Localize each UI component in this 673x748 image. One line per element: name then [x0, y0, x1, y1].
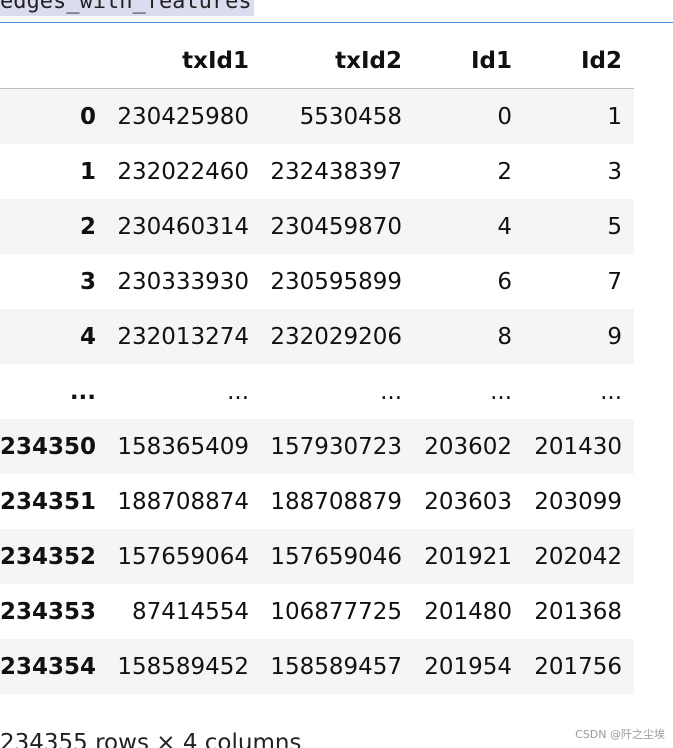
- notebook-output: edges_with_features txId1 txId2 Id1 Id2 …: [0, 0, 673, 748]
- cell-txid2: 5530458: [299, 103, 403, 130]
- cell-id1: 4: [497, 213, 513, 240]
- cell-txid1: 232022460: [117, 158, 250, 185]
- table-row-ellipsis: ... ... ... ... ...: [0, 364, 634, 419]
- watermark: CSDN @阡之尘埃: [575, 728, 665, 741]
- table-row: 3 230333930 230595899 6 7: [0, 254, 634, 309]
- cell-id1: 0: [497, 103, 513, 130]
- cell-txid1: ...: [227, 378, 250, 405]
- table-body: 0 230425980 5530458 0 1 1 232022460 2324…: [0, 88, 635, 694]
- column-header-txid1: txId1: [108, 34, 262, 89]
- index-header: [0, 34, 109, 89]
- row-index: 234352: [0, 543, 97, 570]
- cell-txid2: 158589457: [270, 653, 403, 680]
- cell-txid1: 230425980: [117, 103, 250, 130]
- table-row: 0 230425980 5530458 0 1: [0, 88, 635, 144]
- row-index: 234350: [0, 433, 97, 460]
- cell-id2: ...: [600, 378, 623, 405]
- row-index: 1: [80, 158, 97, 185]
- cell-txid1: 230460314: [117, 213, 250, 240]
- cell-id2: 201756: [534, 653, 623, 680]
- cell-id2: 9: [607, 323, 623, 350]
- cell-txid1: 188708874: [117, 488, 250, 515]
- cell-id1: 201480: [424, 598, 513, 625]
- cell-txid1: 158589452: [117, 653, 250, 680]
- row-index: 3: [80, 268, 97, 295]
- cell-id2: 201430: [534, 433, 623, 460]
- dataframe-table: txId1 txId2 Id1 Id2 0 230425980 5530458 …: [0, 34, 635, 694]
- cell-txid1: 157659064: [117, 543, 250, 570]
- table-row: 234350 158365409 157930723 203602 201430: [0, 419, 635, 474]
- cell-txid2: 230459870: [270, 213, 403, 240]
- column-header-id1: Id1: [414, 34, 525, 89]
- code-text: edges_with_features: [0, 0, 254, 16]
- cell-txid2: 188708879: [270, 488, 403, 515]
- header-row: txId1 txId2 Id1 Id2: [0, 34, 635, 89]
- cell-txid1: 232013274: [117, 323, 250, 350]
- cell-id2: 1: [607, 103, 623, 130]
- table-row: 2 230460314 230459870 4 5: [0, 199, 635, 254]
- cell-txid1: 230333930: [117, 268, 250, 295]
- code-cell-input[interactable]: edges_with_features: [0, 0, 673, 23]
- cell-id1: 8: [497, 323, 513, 350]
- cell-id2: 202042: [534, 543, 623, 570]
- cell-txid2: 230595899: [270, 268, 403, 295]
- cell-id1: 201954: [424, 653, 513, 680]
- row-index: 234354: [0, 653, 97, 680]
- table-row: 234353 87414554 106877725 201480 201368: [0, 584, 634, 639]
- cell-txid1: 158365409: [117, 433, 250, 460]
- dataframe-shape-summary: 234355 rows × 4 columns: [0, 730, 302, 748]
- cell-txid2: 106877725: [270, 598, 403, 625]
- cell-txid2: ...: [380, 378, 403, 405]
- cell-id2: 201368: [534, 598, 623, 625]
- row-index: 234351: [0, 488, 97, 515]
- cell-txid2: 232029206: [270, 323, 403, 350]
- cell-id2: 203099: [534, 488, 623, 515]
- cell-txid1: 87414554: [131, 598, 250, 625]
- cell-txid2: 157659046: [270, 543, 403, 570]
- row-index: 4: [80, 323, 97, 350]
- cell-id1: 203603: [424, 488, 513, 515]
- cell-id1: 201921: [424, 543, 513, 570]
- row-index: ...: [69, 378, 97, 405]
- column-header-id2: Id2: [524, 34, 635, 89]
- table-header: txId1 txId2 Id1 Id2: [0, 34, 635, 89]
- row-index: 234353: [0, 598, 97, 625]
- column-header-txid2: txId2: [261, 34, 415, 89]
- table-row: 234351 188708874 188708879 203603 203099: [0, 474, 634, 529]
- table-row: 234354 158589452 158589457 201954 201756: [0, 639, 635, 694]
- table-row: 234352 157659064 157659046 201921 202042: [0, 529, 635, 584]
- cell-txid2: 157930723: [270, 433, 403, 460]
- cell-id1: 203602: [424, 433, 513, 460]
- table-row: 4 232013274 232029206 8 9: [0, 309, 635, 364]
- row-index: 2: [80, 213, 97, 240]
- cell-id2: 5: [607, 213, 623, 240]
- cell-id1: 2: [497, 158, 513, 185]
- cell-id1: ...: [490, 378, 513, 405]
- cell-id1: 6: [497, 268, 513, 295]
- row-index: 0: [80, 103, 97, 130]
- cell-txid2: 232438397: [270, 158, 403, 185]
- cell-id2: 7: [607, 268, 623, 295]
- table-row: 1 232022460 232438397 2 3: [0, 144, 634, 199]
- cell-id2: 3: [607, 158, 623, 185]
